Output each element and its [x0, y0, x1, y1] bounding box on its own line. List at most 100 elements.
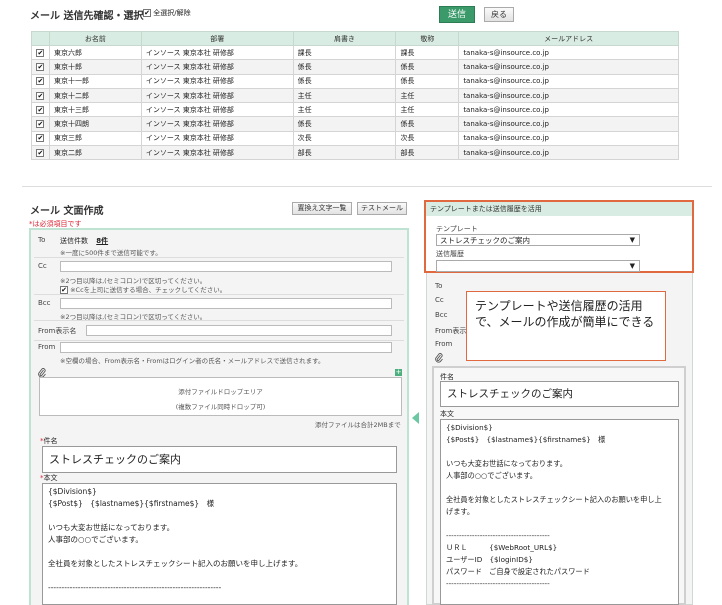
row-check-cell[interactable]: ✔ [31, 44, 50, 61]
body-line: ユーザーID {$loginID$} [446, 555, 533, 564]
select-all[interactable]: ✔ 全選択/解除 [143, 8, 191, 18]
honorific-cell: 係長 [395, 73, 460, 89]
row-checkbox[interactable]: ✔ [36, 62, 45, 71]
preview-subject[interactable]: ストレスチェックのご案内 [440, 381, 679, 407]
row-check-cell[interactable]: ✔ [31, 87, 50, 104]
from-input[interactable] [60, 342, 392, 353]
header-title: 肩書き [292, 31, 397, 46]
history-select[interactable]: ▼ [436, 260, 640, 272]
cc-input[interactable] [60, 261, 392, 272]
table-row[interactable]: ✔ 東京十一郎 インソース 東京本社 研修部 係長 係長 tanaka-s@insourc… [31, 73, 679, 89]
to-count-label: 送信件数 [60, 237, 88, 245]
dept-cell: インソース 東京本社 研修部 [140, 116, 294, 132]
table-row[interactable]: ✔ 東京十三郎 インソース 東京本社 研修部 主任 主任 tanaka-s@insourc… [31, 102, 679, 118]
select-all-checkbox[interactable]: ✔ [143, 9, 151, 17]
panel-toggle-icon[interactable] [412, 412, 419, 424]
body-line: {$Post$} {$lastname$}{$firstname$} 様 [48, 499, 215, 508]
body-textarea[interactable]: {$Division$} {$Post$} {$lastname$}{$first… [42, 483, 397, 605]
row-check-cell[interactable]: ✔ [31, 116, 50, 132]
attachment-drop-area[interactable]: 添付ファイルドロップエリア (複数ファイル同時ドロップ可) [39, 377, 402, 416]
row-divider [34, 257, 404, 258]
add-attachment-icon[interactable]: + [395, 369, 402, 376]
title-cell: 主任 [292, 87, 397, 104]
name-cell: 東京六郎 [48, 44, 142, 61]
recipient-table: お名前 部署 肩書き 敬称 メールアドレス ✔ 東京六郎 インソース 東京本社 研修… [31, 31, 679, 161]
email-cell: tanaka-s@insource.co.jp [458, 130, 679, 147]
back-button[interactable]: 戻る [484, 7, 514, 22]
honorific-cell: 部長 [395, 145, 460, 161]
table-row[interactable]: ✔ 東京十郎 インソース 東京本社 研修部 係長 係長 tanaka-s@insource… [31, 59, 679, 75]
row-divider [34, 340, 404, 341]
row-checkbox[interactable]: ✔ [36, 134, 45, 143]
row-checkbox[interactable]: ✔ [36, 91, 45, 100]
replace-chars-button[interactable]: 置換え文字一覧 [292, 202, 352, 215]
cc-boss-checkbox[interactable]: ✔ [60, 286, 68, 294]
email-cell: tanaka-s@insource.co.jp [458, 102, 679, 118]
table-row[interactable]: ✔ 東京十二郎 インソース 東京本社 研修部 主任 主任 tanaka-s@insourc… [31, 87, 679, 104]
attach-line1: 添付ファイルドロップエリア [178, 388, 263, 396]
bcc-input[interactable] [60, 298, 392, 309]
to-label: To [38, 236, 46, 244]
email-cell: tanaka-s@insource.co.jp [458, 73, 679, 89]
body-line: 人事部の○○でございます。 [48, 535, 143, 544]
section-divider [22, 186, 712, 187]
row-check-cell[interactable]: ✔ [31, 102, 50, 118]
table-header-row: お名前 部署 肩書き 敬称 メールアドレス [31, 31, 679, 46]
preview-bcc-label: Bcc [435, 311, 448, 319]
body-line: ---------------------------------------- [446, 579, 550, 588]
body-line [446, 446, 673, 458]
body-line: {$Post$} {$lastname$}{$firstname$} 様 [446, 435, 606, 444]
name-cell: 東京十郎 [48, 59, 142, 75]
to-count-link[interactable]: 8件 [96, 237, 108, 245]
test-mail-button[interactable]: テストメール [357, 202, 407, 215]
feature-callout: テンプレートや送信履歴の活用で、メールの作成が簡単にできる [466, 291, 666, 361]
to-count: 送信件数 8件 [60, 236, 108, 246]
row-check-cell[interactable]: ✔ [31, 145, 50, 161]
header-email: メールアドレス [458, 31, 679, 46]
template-label: テンプレート [436, 225, 478, 233]
row-check-cell[interactable]: ✔ [31, 59, 50, 75]
from-label: From [38, 343, 56, 351]
name-cell: 東京十三郎 [48, 102, 142, 118]
table-row[interactable]: ✔ 東京三郎 インソース 東京本社 研修部 次長 次長 tanaka-s@insource… [31, 130, 679, 147]
table-row[interactable]: ✔ 東京十四朗 インソース 東京本社 研修部 係長 係長 tanaka-s@insourc… [31, 116, 679, 132]
subject-input[interactable]: ストレスチェックのご案内 [42, 446, 397, 473]
body-line: {$Division$} [446, 423, 493, 432]
cc-boss-check[interactable]: ✔ ※Ccを上司に送信する場合、チェックしてください。 [60, 284, 226, 294]
from-name-input[interactable] [86, 325, 392, 336]
dropdown-arrow-icon: ▼ [629, 236, 635, 244]
send-button[interactable]: 送信 [439, 6, 475, 23]
title-cell: 主任 [292, 102, 397, 118]
row-checkbox[interactable]: ✔ [36, 48, 45, 57]
honorific-cell: 係長 [395, 116, 460, 132]
template-panel: テンプレートまたは送信履歴を活用 テンプレート ストレスチェックのご案内 ▼ 送… [424, 200, 694, 273]
header-honorific: 敬称 [395, 31, 460, 46]
name-cell: 東京十四朗 [48, 116, 142, 132]
body-label-wrap: *本文 [40, 474, 58, 482]
select-all-label: 全選択/解除 [153, 9, 191, 17]
title-cell: 係長 [292, 73, 397, 89]
row-checkbox[interactable]: ✔ [36, 120, 45, 129]
title-cell: 課長 [292, 44, 397, 61]
honorific-cell: 主任 [395, 102, 460, 118]
title-cell: 次長 [292, 130, 397, 147]
cc-boss-check-label: ※Ccを上司に送信する場合、チェックしてください。 [70, 286, 227, 294]
row-check-cell[interactable]: ✔ [31, 73, 50, 89]
email-cell: tanaka-s@insource.co.jp [458, 87, 679, 104]
body-line [446, 482, 673, 494]
row-divider [34, 320, 404, 321]
table-row[interactable]: ✔ 東京六郎 インソース 東京本社 研修部 課長 課長 tanaka-s@insource… [31, 44, 679, 61]
preview-body[interactable]: {$Division$} {$Post$} {$lastname$}{$first… [440, 419, 679, 605]
template-select[interactable]: ストレスチェックのご案内 ▼ [436, 234, 640, 246]
table-row[interactable]: ✔ 東京二郎 インソース 東京本社 研修部 部長 部長 tanaka-s@insource… [31, 145, 679, 161]
honorific-cell: 係長 [395, 59, 460, 75]
body-line: いつも大変お世話になっております。 [48, 523, 175, 532]
row-checkbox[interactable]: ✔ [36, 148, 45, 157]
from-name-label: From表示名 [38, 327, 77, 335]
row-checkbox[interactable]: ✔ [36, 105, 45, 114]
cc-label: Cc [38, 262, 47, 270]
row-checkbox[interactable]: ✔ [36, 77, 45, 86]
row-check-cell[interactable]: ✔ [31, 130, 50, 147]
email-cell: tanaka-s@insource.co.jp [458, 116, 679, 132]
body-line: 人事部の○○でございます。 [446, 471, 537, 480]
